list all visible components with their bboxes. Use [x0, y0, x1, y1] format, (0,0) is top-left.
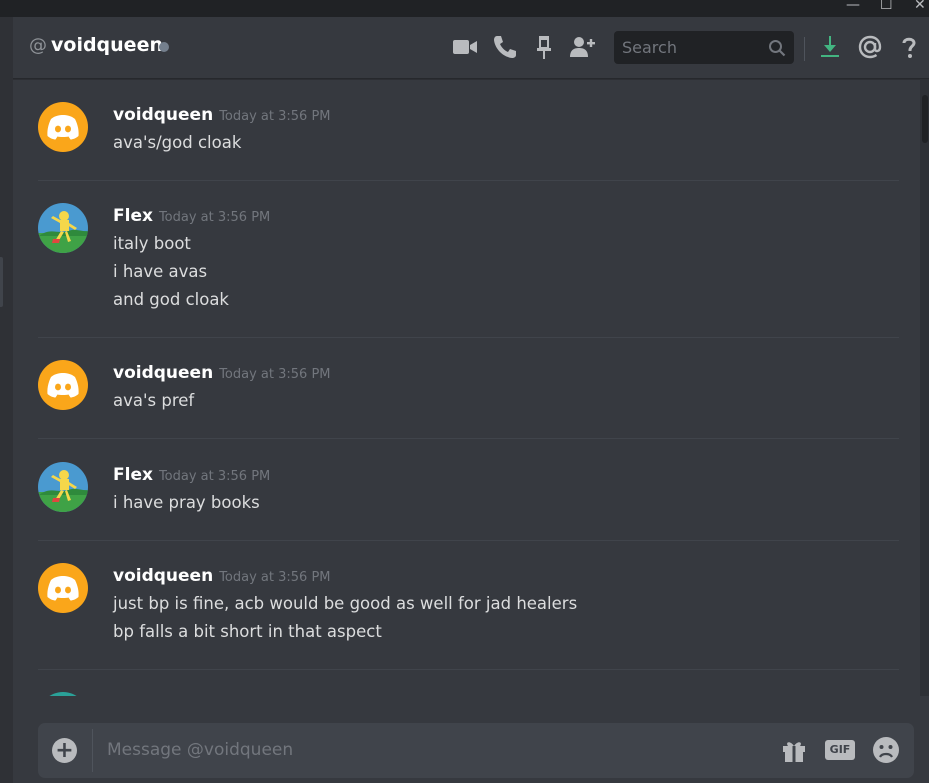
message-author[interactable]: Flex Today at 3:56 PM: [113, 465, 270, 485]
search-input[interactable]: Search: [614, 31, 794, 64]
avatar[interactable]: [38, 360, 88, 410]
mention-icon[interactable]: [856, 33, 884, 61]
author-name[interactable]: voidqueen: [113, 566, 213, 586]
message-text: ava's/god cloak: [113, 133, 242, 152]
avatar[interactable]: [38, 692, 88, 696]
author-name[interactable]: voidqueen: [113, 105, 213, 125]
search-icon: [769, 40, 786, 57]
composer-divider: [92, 729, 93, 772]
help-icon[interactable]: [895, 33, 923, 61]
message-scrollbar-thumb[interactable]: [922, 95, 928, 143]
emoji-icon[interactable]: [872, 736, 900, 764]
message-author[interactable]: voidqueen Today at 3:56 PM: [113, 105, 331, 125]
message-text: and god cloak: [113, 290, 229, 309]
discord-logo-icon: [47, 115, 79, 140]
message-divider: [38, 669, 899, 670]
status-indicator: [159, 42, 169, 52]
window-titlebar: — ☐ ✕: [0, 0, 929, 17]
avatar[interactable]: [38, 203, 88, 253]
message-timestamp: Today at 3:56 PM: [219, 570, 331, 585]
message-divider: [38, 180, 899, 181]
message-author[interactable]: Flex Today at 3:56 PM: [113, 206, 270, 226]
message-text: ava's pref: [113, 391, 195, 410]
gift-icon[interactable]: [780, 736, 808, 764]
gif-icon[interactable]: GIF: [825, 740, 855, 760]
message-list: voidqueen Today at 3:56 PM ava's/god cloa…: [13, 79, 914, 696]
message-author[interactable]: voidqueen Today at 3:56 PM: [113, 566, 331, 586]
message-timestamp: Today at 3:56 PM: [158, 469, 271, 484]
close-button[interactable]: ✕: [914, 0, 926, 14]
message-divider: [38, 337, 899, 338]
message-divider: [38, 540, 899, 541]
message-text: i have avas: [113, 262, 208, 281]
message-timestamp: Today at 3:56 PM: [219, 367, 331, 382]
message-text: bp falls a bit short in that aspect: [113, 622, 382, 641]
message-text: just bp is fine, acb would be good as we…: [113, 594, 578, 613]
maximize-button[interactable]: ☐: [880, 0, 893, 14]
channel-header: @ voidqueen Search: [13, 17, 929, 79]
author-name[interactable]: Flex: [113, 465, 153, 485]
message-author[interactable]: voidqueen Today at 3:56 PM: [113, 363, 331, 383]
download-icon[interactable]: [816, 33, 844, 61]
pin-icon[interactable]: [530, 33, 558, 61]
user-avatar-image: [38, 462, 88, 512]
message-input[interactable]: Message @voidqueen: [107, 740, 293, 760]
avatar[interactable]: [38, 563, 88, 613]
message-text: i have pray books: [113, 493, 260, 512]
discord-logo-icon: [47, 576, 79, 601]
gif-label: GIF: [829, 743, 851, 756]
sidebar-scroll-notch: [0, 257, 3, 307]
user-avatar-image: [38, 203, 88, 253]
message-text: italy boot: [113, 234, 191, 253]
message-scrollbar-track[interactable]: [920, 79, 929, 696]
video-call-icon[interactable]: [451, 33, 479, 61]
search-placeholder: Search: [622, 38, 677, 57]
avatar[interactable]: [38, 462, 88, 512]
avatar[interactable]: [38, 102, 88, 152]
message-timestamp: Today at 3:56 PM: [219, 109, 331, 124]
add-friend-icon[interactable]: [568, 33, 596, 61]
message-divider: [38, 438, 899, 439]
author-name[interactable]: voidqueen: [113, 363, 213, 383]
add-attachment-icon[interactable]: +: [52, 738, 77, 763]
minimize-button[interactable]: —: [846, 0, 860, 14]
author-name[interactable]: Flex: [113, 206, 153, 226]
channel-name: voidqueen: [51, 34, 163, 56]
message-composer[interactable]: + Message @voidqueen GIF: [38, 723, 914, 778]
header-divider: [804, 37, 805, 61]
discord-logo-icon: [47, 373, 79, 398]
message-timestamp: Today at 3:56 PM: [158, 210, 271, 225]
phone-call-icon[interactable]: [491, 33, 519, 61]
at-icon: @: [29, 35, 47, 56]
left-sidebar-edge: [0, 17, 13, 783]
